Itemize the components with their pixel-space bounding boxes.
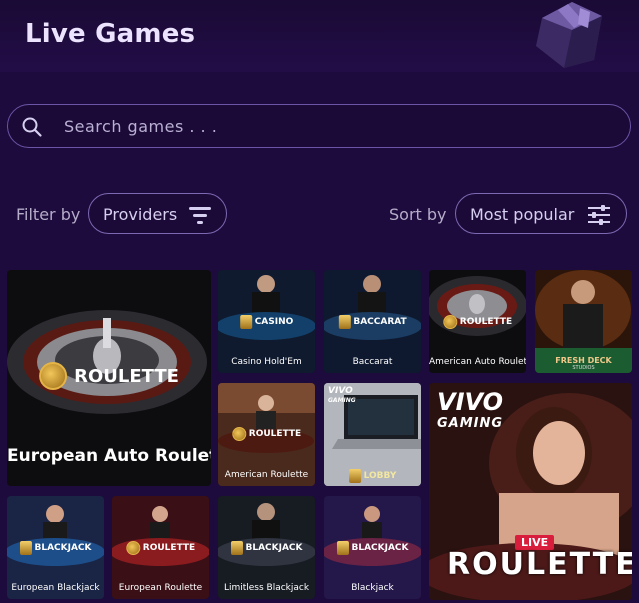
blackjack-badge: BLACKJACK (230, 541, 303, 555)
game-title: Baccarat (352, 357, 393, 367)
treasure-chest-icon[interactable] (528, 0, 610, 70)
sliders-icon (588, 205, 610, 225)
game-title: European Blackjack (11, 583, 100, 593)
sort-value: Most popular (470, 205, 575, 224)
card-icon (230, 541, 243, 555)
game-tile-baccarat[interactable]: BACCARAT Baccarat (324, 270, 421, 373)
game-title: European Roulette (118, 583, 203, 593)
search-bar[interactable] (7, 104, 631, 148)
sort-label: Sort by (389, 205, 447, 224)
game-title: American Auto Roulette (429, 357, 526, 367)
roulette-title: ROULETTE (447, 547, 632, 582)
vivo-brand: VIVO GAMING (328, 386, 356, 405)
vivo-brand: VIVO GAMING (437, 388, 504, 431)
search-input[interactable] (64, 111, 604, 141)
game-tile-american-roulette[interactable]: ROULETTE American Roulette (218, 383, 315, 486)
game-title: European Auto Roulette (7, 446, 211, 466)
game-tile-european-roulette[interactable]: ROULETTE European Roulette (112, 496, 209, 599)
game-title: Casino Hold'Em (231, 357, 302, 367)
vivo-coin-icon (442, 315, 457, 329)
slot-icon (239, 315, 252, 329)
filter-label: Filter by (16, 205, 81, 224)
blackjack-badge: BLACKJACK (19, 541, 92, 555)
casino-badge: CASINO (239, 315, 293, 329)
roulette-badge: ROULETTE (231, 427, 301, 441)
game-tile-european-auto-roulette[interactable]: ROULETTE European Auto Roulette (7, 270, 211, 486)
game-tile-european-blackjack[interactable]: BLACKJACK European Blackjack (7, 496, 104, 599)
game-tile-blackjack[interactable]: BLACKJACK Blackjack (324, 496, 421, 599)
page-title: Live Games (25, 19, 196, 49)
game-tile-american-auto-roulette[interactable]: ROULETTE American Auto Roulette (429, 270, 526, 373)
game-tile-vivo-lobby[interactable]: VIVO GAMING LOBBY (324, 383, 421, 486)
game-title: Limitless Blackjack (223, 583, 310, 593)
card-icon (19, 541, 32, 555)
lobby-icon (348, 469, 361, 483)
roulette-badge: ROULETTE (442, 315, 512, 329)
roulette-badge: ROULETTE (125, 541, 195, 555)
sort-dropdown[interactable]: Most popular (455, 193, 627, 234)
vivo-coin-icon (231, 427, 246, 441)
game-title: American Roulette (224, 470, 309, 480)
baccarat-badge: BACCARAT (338, 315, 407, 329)
fresh-deck-logo: FRESH DECK STUDIOS (555, 356, 612, 371)
roulette-badge: ROULETTE (39, 362, 179, 390)
lobby-badge: LOBBY (348, 469, 396, 483)
providers-filter-button[interactable]: Providers (88, 193, 227, 234)
game-tile-vivo-live-roulette[interactable]: VIVO GAMING LIVE ROULETTE (429, 383, 632, 600)
search-icon (22, 117, 42, 137)
blackjack-badge: BLACKJACK (336, 541, 409, 555)
filter-icon (189, 207, 211, 224)
card-icon (338, 315, 351, 329)
game-tile-limitless-blackjack[interactable]: BLACKJACK Limitless Blackjack (218, 496, 315, 599)
vivo-coin-icon (125, 541, 140, 555)
providers-label: Providers (103, 205, 178, 224)
vivo-coin-icon (39, 362, 68, 390)
game-tile-fresh-deck[interactable]: FRESH DECK STUDIOS (535, 270, 632, 373)
card-icon (336, 541, 349, 555)
game-title: Blackjack (351, 583, 394, 593)
game-tile-casino-holdem[interactable]: CASINO Casino Hold'Em (218, 270, 315, 373)
